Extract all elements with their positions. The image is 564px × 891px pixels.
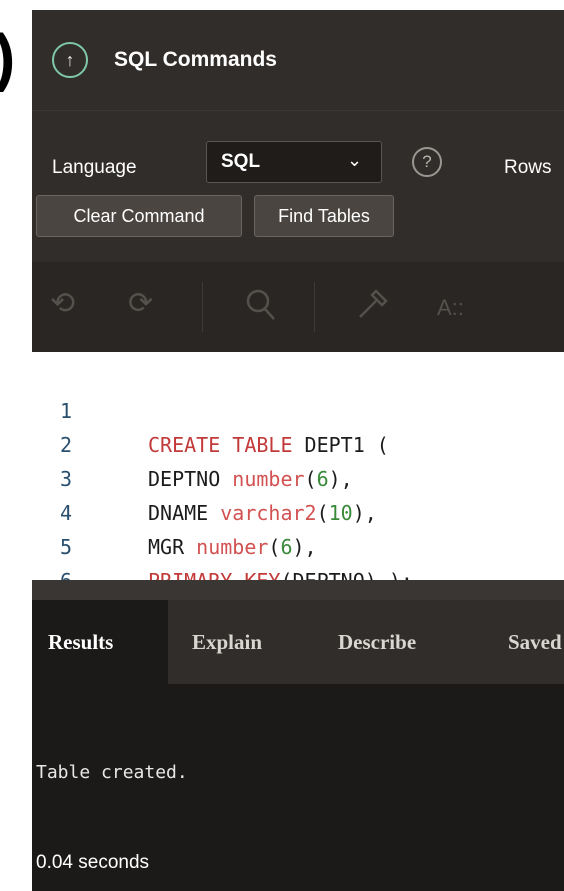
code-editor[interactable]: 1 CREATE TABLE DEPT1 ( 2 DEPTNO number(6… <box>32 352 564 580</box>
language-label: Language <box>52 157 137 178</box>
sql-commands-window: ↑ SQL Commands Language SQL ⌄ ? Rows Cle… <box>32 10 564 891</box>
page-margin <box>0 0 32 891</box>
code-text: PRIMARY KEY(DEPTNO) ); <box>148 564 413 580</box>
toolbar-divider <box>202 282 203 332</box>
code-line: 3 DNAME varchar2(10), <box>32 428 564 525</box>
toolbar-divider <box>314 282 315 332</box>
editor-toolbar: ⟲ ⟳ A:: <box>32 262 564 352</box>
code-line: 5 PRIMARY KEY(DEPTNO) ); <box>32 496 564 580</box>
results-pane: Table created. 0.04 seconds <box>32 684 564 891</box>
cropped-glyph: ) <box>0 22 22 92</box>
results-tabs: Results Explain Describe Saved <box>32 600 564 684</box>
rows-label: Rows <box>504 157 552 178</box>
language-value: SQL <box>221 151 261 172</box>
page-title: SQL Commands <box>114 48 277 71</box>
tab-results[interactable]: Results <box>32 600 168 684</box>
chevron-down-icon: ⌄ <box>347 150 363 170</box>
redo-icon[interactable]: ⟳ <box>128 284 153 324</box>
hammer-icon[interactable] <box>354 284 390 324</box>
code-line: 1 CREATE TABLE DEPT1 ( <box>32 360 564 457</box>
arrow-up-circle-icon[interactable]: ↑ <box>52 42 88 78</box>
format-icon[interactable]: A:: <box>437 288 464 328</box>
code-line: 6 <box>32 530 564 580</box>
app-header: ↑ SQL Commands <box>32 10 564 110</box>
find-tables-button[interactable]: Find Tables <box>254 195 394 237</box>
tab-describe[interactable]: Describe <box>338 600 416 684</box>
help-icon[interactable]: ? <box>412 147 442 177</box>
language-select[interactable]: SQL ⌄ <box>206 141 382 183</box>
command-toolbar: Language SQL ⌄ ? Rows Clear Command Find… <box>32 110 564 262</box>
splitter-handle[interactable] <box>32 580 564 600</box>
code-line: 4 MGR number(6), <box>32 462 564 559</box>
result-message: Table created. <box>36 762 188 783</box>
undo-icon[interactable]: ⟲ <box>50 284 75 324</box>
tab-saved[interactable]: Saved <box>508 600 562 684</box>
tab-explain[interactable]: Explain <box>192 600 262 684</box>
line-number: 6 <box>60 564 100 580</box>
execution-time: 0.04 seconds <box>36 852 150 873</box>
code-line: 2 DEPTNO number(6), <box>32 394 564 491</box>
clear-command-button[interactable]: Clear Command <box>36 195 242 237</box>
search-icon[interactable] <box>244 284 278 324</box>
